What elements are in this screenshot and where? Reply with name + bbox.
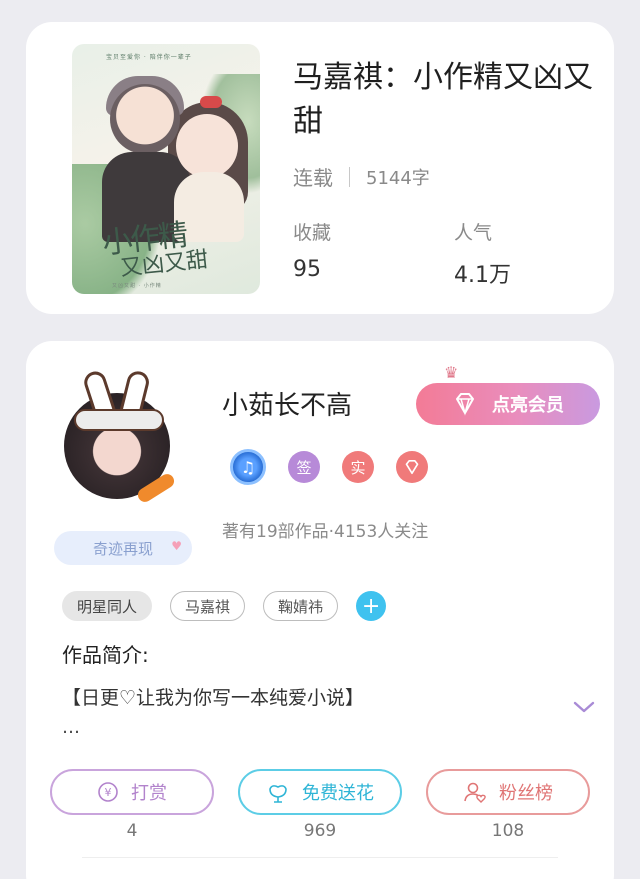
- fan-count: 108: [491, 821, 525, 841]
- favorites-stat: 收藏 95: [293, 218, 331, 282]
- author-avatar[interactable]: [64, 368, 177, 511]
- diamond-icon: [405, 459, 419, 475]
- author-badges: ♫ 签 实: [230, 449, 450, 485]
- miracle-badge-label: 奇迹再现: [92, 539, 153, 558]
- book-cover-image[interactable]: 宝贝至爱你 · 陪伴你一辈子 小作精 又凶又甜 又凶又甜 · 小作精: [72, 44, 260, 294]
- tag-item[interactable]: 明星同人: [62, 591, 153, 621]
- headband-decoration: [74, 409, 164, 431]
- word-count: 5144字: [366, 167, 430, 189]
- cover-bottom-text: 又凶又甜 · 小作精: [112, 283, 162, 289]
- reward-label: 打赏: [131, 783, 167, 804]
- add-tag-button[interactable]: +: [356, 591, 387, 621]
- reward-button[interactable]: ¥ 打赏: [50, 769, 214, 815]
- serial-status: 连载: [293, 166, 333, 190]
- send-flower-label: 免费送花: [302, 783, 374, 804]
- intro-label: 作品简介:: [62, 643, 149, 667]
- diamond-icon: [456, 393, 474, 416]
- action-counts: 4 969 108: [50, 821, 590, 841]
- fan-ranking-button[interactable]: 粉丝榜: [426, 769, 590, 815]
- book-title: 马嘉祺：小作精又凶又甜: [293, 60, 593, 139]
- vip-button-label: 点亮会员: [492, 395, 564, 416]
- status-divider: [349, 166, 350, 187]
- music-note-icon[interactable]: ♫: [230, 449, 266, 485]
- heart-icon: ♥: [171, 539, 182, 553]
- intro-text: 【日更♡让我为你写一本纯爱小说】: [62, 687, 365, 709]
- book-info-card: 宝贝至爱你 · 陪伴你一辈子 小作精 又凶又甜 又凶又甜 · 小作精 马嘉祺：小…: [26, 22, 614, 314]
- popularity-value: 4.1万: [454, 263, 511, 288]
- miracle-badge[interactable]: 奇迹再现 ♥: [54, 531, 192, 565]
- flower-count: 969: [303, 821, 337, 841]
- cover-boy-face: [110, 84, 180, 154]
- cover-bow: [200, 96, 222, 108]
- cover-top-text: 宝贝至爱你 · 陪伴你一辈子: [106, 54, 192, 61]
- activate-vip-button[interactable]: 点亮会员: [416, 383, 600, 425]
- popularity-label: 人气: [454, 222, 493, 244]
- tag-item[interactable]: 马嘉祺: [170, 591, 246, 621]
- author-stats: 著有19部作品·4153人关注: [222, 522, 429, 542]
- real-name-badge[interactable]: 实: [342, 451, 374, 483]
- popularity-stat: 人气 4.1万: [454, 218, 511, 289]
- fan-person-icon: [463, 780, 487, 804]
- author-card: 奇迹再现 ♥ 小茹长不高 ♛ 点亮会员 ♫ 签 实 著有19部作品·4153人关…: [26, 341, 614, 879]
- tag-list: 明星同人 马嘉祺 鞠婧祎 +: [62, 591, 387, 621]
- diamond-badge-icon[interactable]: [396, 451, 428, 483]
- chevron-down-icon[interactable]: [572, 699, 596, 715]
- divider: [82, 857, 558, 858]
- crown-icon: ♛: [444, 363, 459, 382]
- tag-item[interactable]: 鞠婧祎: [263, 591, 339, 621]
- favorites-label: 收藏: [293, 222, 332, 244]
- action-buttons: ¥ 打赏 免费送花 粉丝榜: [50, 769, 590, 815]
- reward-count: 4: [126, 821, 138, 841]
- yen-coin-icon: ¥: [97, 781, 119, 803]
- signed-author-badge[interactable]: 签: [288, 451, 320, 483]
- flower-icon: [266, 781, 290, 803]
- cover-girl-face: [176, 114, 238, 178]
- send-flower-button[interactable]: 免费送花: [238, 769, 402, 815]
- book-status-row: 连载 5144字: [293, 162, 430, 191]
- author-name[interactable]: 小茹长不高: [222, 385, 352, 422]
- intro-ellipsis: …: [62, 717, 80, 738]
- fan-ranking-label: 粉丝榜: [499, 783, 553, 804]
- favorites-value: 95: [293, 257, 321, 282]
- svg-text:¥: ¥: [105, 786, 112, 799]
